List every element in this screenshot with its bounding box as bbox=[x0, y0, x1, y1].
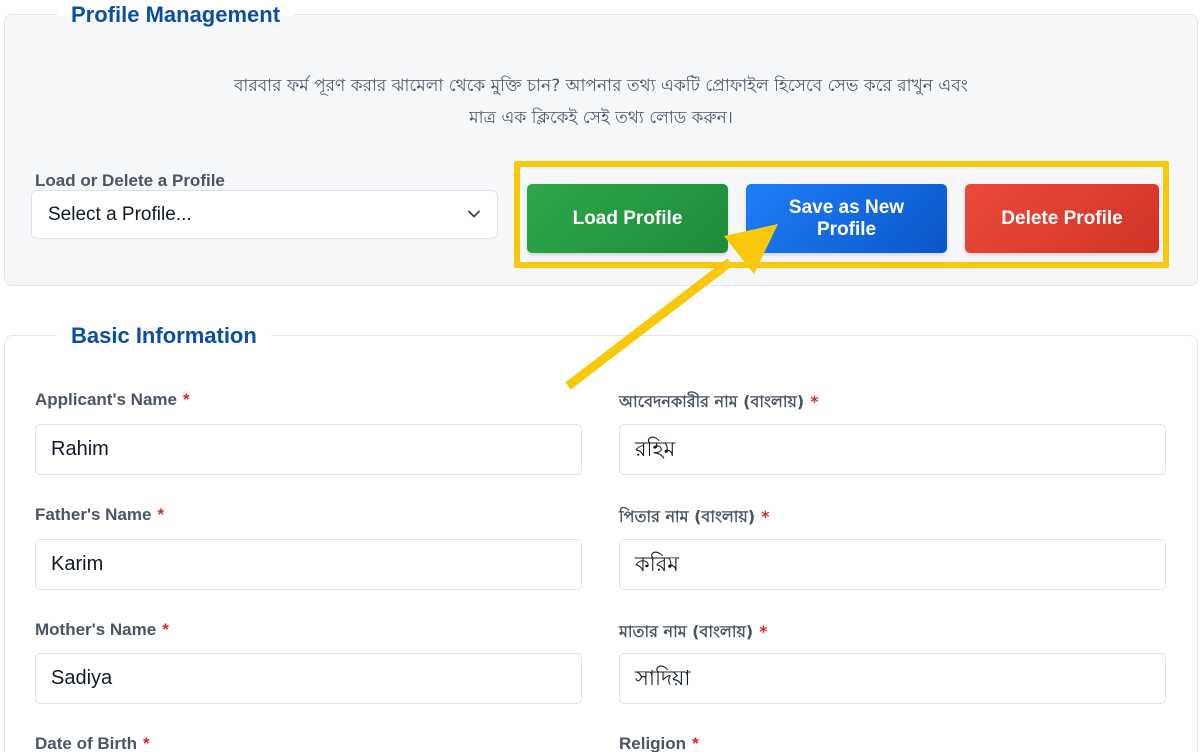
load-profile-button[interactable]: Load Profile bbox=[527, 184, 728, 253]
applicant-name-label-text: Applicant's Name bbox=[35, 390, 177, 409]
father-name-bn-input[interactable]: করিম bbox=[619, 539, 1166, 590]
required-mark: * bbox=[761, 507, 770, 526]
intro-text-line-2: মাত্র এক ক্লিকেই সেই তথ্য লোড করুন। bbox=[469, 108, 733, 128]
father-name-bn-label-text: পিতার নাম (বাংলায়) bbox=[619, 507, 756, 526]
required-mark: * bbox=[157, 505, 165, 524]
required-mark: * bbox=[143, 734, 150, 752]
mother-name-label: Mother's Name * bbox=[35, 620, 169, 640]
required-mark: * bbox=[810, 392, 819, 411]
applicant-name-bn-label-text: আবেদনকারীর নাম (বাংলায়) bbox=[619, 392, 805, 411]
religion-label: Religion * bbox=[619, 734, 699, 752]
applicant-name-bn-label: আবেদনকারীর নাম (বাংলায়) * bbox=[619, 389, 819, 416]
father-name-bn-label: পিতার নাম (বাংলায়) * bbox=[619, 504, 770, 531]
mother-name-bn-input[interactable]: সাদিয়া bbox=[619, 653, 1166, 704]
father-name-label-text: Father's Name bbox=[35, 505, 152, 524]
load-delete-label: Load or Delete a Profile bbox=[35, 171, 225, 190]
required-mark: * bbox=[162, 620, 169, 639]
profile-select-value: Select a Profile... bbox=[48, 204, 192, 225]
applicant-name-bn-input[interactable]: রহিম bbox=[619, 424, 1166, 475]
chevron-down-icon bbox=[468, 210, 480, 218]
required-mark: * bbox=[692, 734, 699, 752]
mother-name-bn-label: মাতার নাম (বাংলায়) * bbox=[619, 619, 768, 646]
mother-name-input[interactable]: Sadiya bbox=[35, 653, 582, 704]
profile-management-title: Profile Management bbox=[57, 1, 295, 29]
mother-name-bn-label-text: মাতার নাম (বাংলায়) bbox=[619, 622, 754, 641]
religion-label-text: Religion bbox=[619, 734, 687, 752]
applicant-name-input[interactable]: Rahim bbox=[35, 424, 582, 475]
save-as-new-profile-button[interactable]: Save as New Profile bbox=[746, 184, 947, 253]
intro-text-line-1: বারবার ফর্ম পূরণ করার ঝামেলা থেকে মুক্তি… bbox=[233, 76, 969, 96]
applicant-name-label: Applicant's Name * bbox=[35, 390, 190, 410]
date-of-birth-label: Date of Birth * bbox=[35, 734, 150, 752]
date-of-birth-label-text: Date of Birth bbox=[35, 734, 137, 752]
delete-profile-button[interactable]: Delete Profile bbox=[965, 184, 1159, 253]
father-name-input[interactable]: Karim bbox=[35, 539, 582, 590]
profile-select[interactable]: Select a Profile... bbox=[31, 190, 498, 239]
required-mark: * bbox=[182, 390, 190, 409]
required-mark: * bbox=[759, 622, 768, 641]
basic-information-title: Basic Information bbox=[57, 322, 271, 350]
father-name-label: Father's Name * bbox=[35, 505, 164, 525]
mother-name-label-text: Mother's Name bbox=[35, 620, 157, 639]
